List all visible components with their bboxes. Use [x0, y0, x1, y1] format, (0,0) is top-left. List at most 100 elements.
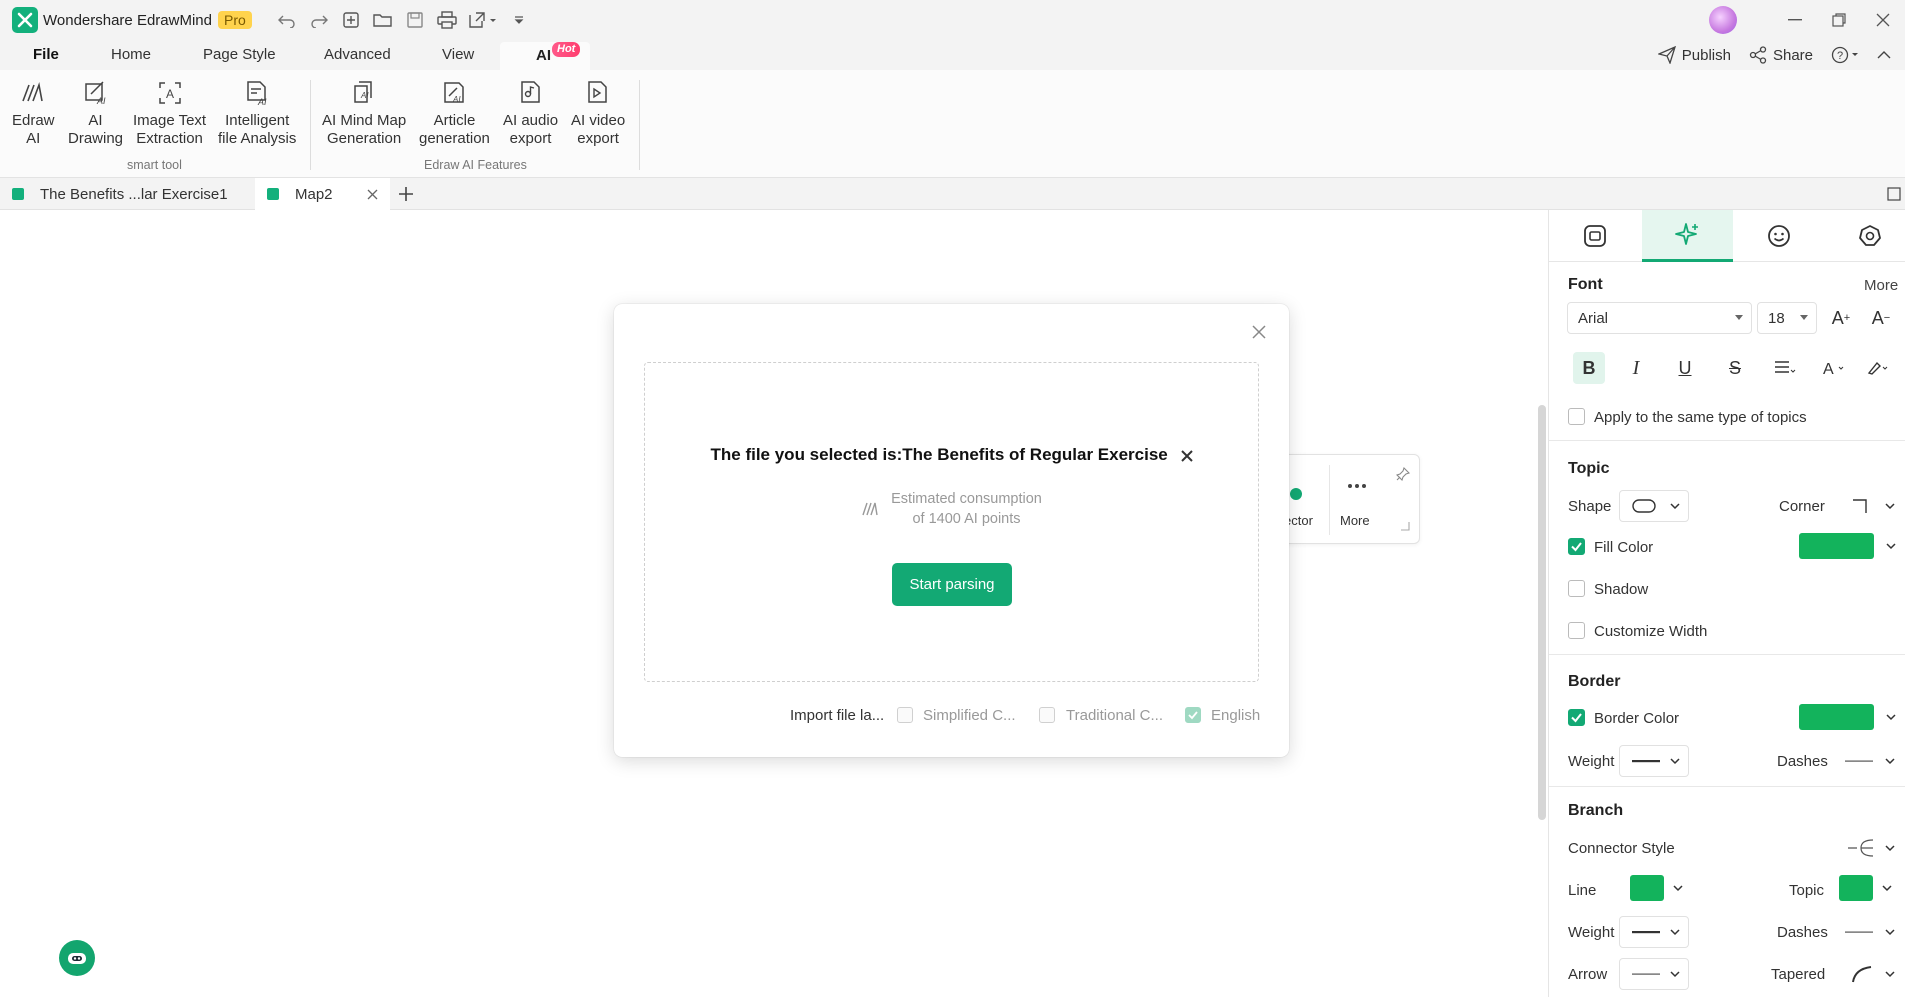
shadow-checkbox[interactable] — [1568, 580, 1585, 597]
menu-page-style[interactable]: Page Style — [203, 46, 276, 63]
customize-toolbar-icon[interactable] — [506, 7, 532, 33]
chevron-down-icon[interactable] — [1881, 882, 1893, 894]
audio-export-icon — [516, 78, 546, 108]
start-parsing-button[interactable]: Start parsing — [892, 563, 1012, 606]
shape-select[interactable] — [1619, 490, 1689, 522]
menu-home[interactable]: Home — [111, 46, 151, 63]
english-label[interactable]: English — [1211, 707, 1260, 724]
ai-audio-export-button[interactable]: AI audio export — [503, 78, 558, 148]
new-file-icon[interactable] — [338, 7, 364, 33]
bold-icon[interactable]: B — [1573, 352, 1605, 384]
file-drop-zone[interactable]: The file you selected is:The Benefits of… — [644, 362, 1259, 682]
branch-weight-select[interactable] — [1619, 916, 1689, 948]
ai-assistant-bot-icon[interactable] — [59, 940, 95, 976]
save-icon[interactable] — [402, 7, 428, 33]
publish-button[interactable]: Publish — [1657, 46, 1731, 64]
edraw-ai-button[interactable]: Edraw AI — [12, 78, 55, 148]
redo-icon[interactable] — [306, 7, 332, 33]
dash-line-icon — [1845, 760, 1873, 762]
highlight-icon[interactable] — [1865, 354, 1893, 382]
customize-width-checkbox[interactable] — [1568, 622, 1585, 639]
underline-icon[interactable]: U — [1671, 354, 1699, 382]
border-color-swatch[interactable] — [1799, 704, 1874, 730]
close-tab-icon[interactable] — [367, 189, 378, 200]
ai-video-export-button[interactable]: AI video export — [571, 78, 625, 148]
border-color-checkbox[interactable] — [1568, 709, 1585, 726]
more-label[interactable]: More — [1340, 513, 1370, 528]
connector-style-select[interactable] — [1836, 832, 1904, 864]
print-icon[interactable] — [434, 7, 460, 33]
help-button[interactable]: ? — [1831, 46, 1859, 64]
checkmark-icon — [1188, 711, 1198, 720]
menu-ai-tab[interactable]: AI Hot — [500, 42, 590, 70]
user-avatar[interactable] — [1709, 6, 1737, 34]
font-more-link[interactable]: More — [1864, 277, 1898, 294]
border-weight-label: Weight — [1568, 753, 1615, 770]
remove-file-icon[interactable] — [1180, 449, 1193, 462]
simplified-chinese-label[interactable]: Simplified C... — [923, 707, 1016, 724]
fill-color-checkbox[interactable] — [1568, 538, 1585, 555]
panel-tab-theme[interactable] — [1824, 210, 1905, 262]
chevron-down-icon[interactable] — [1672, 882, 1684, 894]
font-size-select[interactable]: 18 — [1757, 302, 1817, 334]
border-dashes-select[interactable] — [1836, 745, 1904, 777]
share-button[interactable]: Share — [1749, 46, 1813, 64]
apply-same-type-checkbox[interactable] — [1568, 408, 1585, 425]
fill-color-swatch[interactable] — [1799, 533, 1874, 559]
panel-toggle-icon[interactable] — [1887, 178, 1903, 210]
branch-tapered-select[interactable] — [1836, 958, 1904, 990]
video-export-icon — [583, 78, 613, 108]
panel-tab-style[interactable] — [1642, 210, 1733, 262]
doc-tab-benefits[interactable]: The Benefits ...lar Exercise1 — [0, 178, 255, 210]
ai-mind-map-generation-button[interactable]: AI AI Mind Map Generation — [322, 78, 406, 148]
decrease-font-icon[interactable]: A − — [1867, 304, 1895, 332]
doc-tab-map2[interactable]: Map2 — [255, 178, 390, 210]
edrawmind-logo-icon — [12, 7, 38, 33]
minimize-icon[interactable] — [1773, 0, 1817, 40]
menu-view[interactable]: View — [442, 46, 474, 63]
undo-icon[interactable] — [274, 7, 300, 33]
font-color-icon[interactable]: A — [1821, 354, 1849, 382]
branch-topic-color-swatch[interactable] — [1839, 875, 1873, 901]
close-dialog-icon[interactable] — [1249, 322, 1269, 342]
english-checkbox[interactable] — [1185, 707, 1201, 723]
chevron-down-icon[interactable] — [1885, 711, 1897, 723]
text-align-icon[interactable] — [1771, 354, 1799, 382]
increase-font-icon[interactable]: A + — [1827, 304, 1855, 332]
branch-line-color-swatch[interactable] — [1630, 875, 1664, 901]
restore-icon[interactable] — [1817, 0, 1861, 40]
simplified-chinese-checkbox[interactable] — [897, 707, 913, 723]
ai-drawing-button[interactable]: AI AI Drawing — [68, 78, 123, 148]
collapse-ribbon-icon[interactable] — [1877, 50, 1891, 60]
more-dots-icon[interactable] — [1347, 483, 1367, 489]
export-icon[interactable] — [466, 7, 500, 33]
traditional-chinese-label[interactable]: Traditional C... — [1066, 707, 1163, 724]
italic-icon[interactable]: I — [1622, 354, 1650, 382]
traditional-chinese-checkbox[interactable] — [1039, 707, 1055, 723]
strikethrough-icon[interactable]: S — [1721, 354, 1749, 382]
image-text-extraction-button[interactable]: A Image Text Extraction — [133, 78, 206, 148]
fill-color-label: Fill Color — [1594, 539, 1654, 556]
menu-file[interactable]: File — [33, 46, 59, 63]
branch-dashes-select[interactable] — [1836, 916, 1904, 948]
resize-corner-icon[interactable] — [1400, 521, 1410, 531]
font-section-title: Font — [1568, 276, 1603, 293]
svg-text:AI: AI — [96, 96, 106, 106]
chevron-down-icon[interactable] — [1885, 540, 1897, 552]
intelligent-file-analysis-button[interactable]: AI Intelligent file Analysis — [218, 78, 296, 148]
close-window-icon[interactable] — [1861, 0, 1905, 40]
panel-tab-icons[interactable] — [1733, 210, 1824, 262]
article-generation-button[interactable]: AI Article generation — [419, 78, 490, 148]
font-family-select[interactable]: Arial — [1567, 302, 1752, 334]
line-weight-icon — [1632, 931, 1660, 934]
panel-tab-layout[interactable] — [1549, 210, 1640, 262]
branch-arrow-select[interactable] — [1619, 958, 1689, 990]
new-tab-button[interactable] — [398, 178, 418, 210]
pin-icon[interactable] — [1396, 467, 1410, 481]
canvas-scrollbar[interactable] — [1538, 405, 1546, 820]
border-weight-select[interactable] — [1619, 745, 1689, 777]
corner-select[interactable] — [1836, 490, 1904, 522]
open-folder-icon[interactable] — [370, 7, 396, 33]
menu-advanced[interactable]: Advanced — [324, 46, 391, 63]
chevron-down-icon — [1885, 503, 1895, 510]
